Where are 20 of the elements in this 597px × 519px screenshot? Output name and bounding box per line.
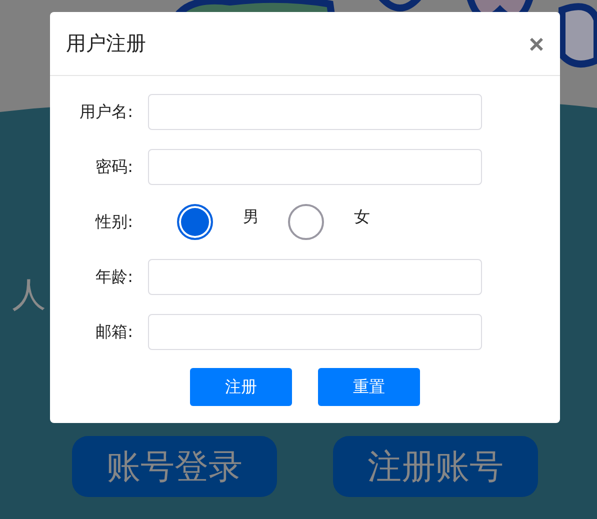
input-field[interactable] <box>148 149 482 185</box>
field-label: 邮箱: <box>96 322 133 342</box>
field-label: 年龄: <box>96 266 133 288</box>
radio-button[interactable] <box>177 204 213 240</box>
input-field[interactable] <box>148 94 482 130</box>
close-button[interactable]: × <box>528 30 544 56</box>
background-text: 人 <box>12 278 46 312</box>
input-field[interactable] <box>148 259 482 295</box>
input-field[interactable] <box>148 314 482 350</box>
option-label: 女 <box>354 206 370 228</box>
option-label: 男 <box>243 206 259 228</box>
form-button[interactable]: 重置 <box>318 368 420 406</box>
radio-button[interactable] <box>288 204 324 240</box>
dialog-title: 用户注册 <box>66 30 146 57</box>
field-label: 性别: <box>96 212 133 232</box>
field-label: 用户名: <box>80 102 133 122</box>
page-button[interactable]: 注册账号 <box>333 436 538 497</box>
form-button[interactable]: 注册 <box>190 368 292 406</box>
field-label: 密码: <box>96 156 133 178</box>
page-button[interactable]: 账号登录 <box>72 436 277 497</box>
